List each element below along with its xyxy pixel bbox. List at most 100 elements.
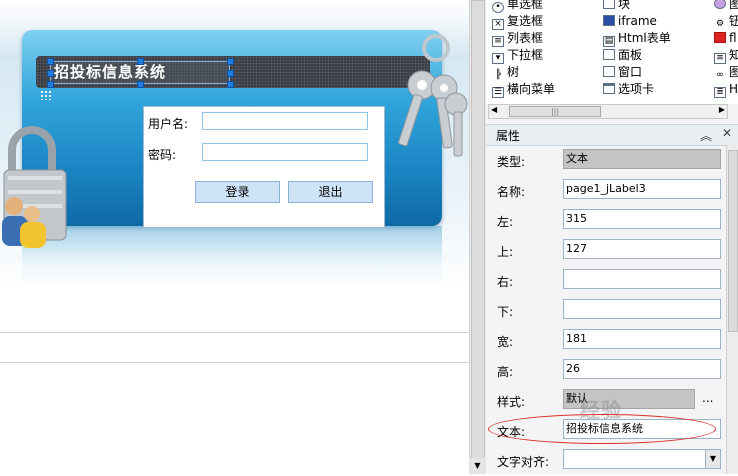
palette-item-html-form[interactable]: ▤ Html表单 — [603, 30, 671, 47]
resize-handle-s[interactable] — [137, 81, 144, 88]
prop-top-input[interactable]: 127 — [563, 239, 721, 259]
resize-handle-n[interactable] — [137, 58, 144, 65]
palette-item-iframe[interactable]: iframe — [603, 13, 657, 30]
prop-left-input[interactable]: 315 — [563, 209, 721, 229]
palette-item-label: Html表单 — [618, 31, 671, 45]
palette-item-label: 面板 — [618, 48, 643, 62]
resize-handle-se[interactable] — [227, 81, 234, 88]
palette-item-tab[interactable]: 选项卡 — [603, 81, 654, 98]
style-browse-button[interactable]: ... — [702, 391, 713, 405]
padlock-users-illustration — [2, 126, 67, 248]
username-label: 用户名: — [148, 117, 189, 131]
palette-item-flash[interactable]: fl — [714, 30, 737, 47]
prop-row-name: 名称: page1_jLabel3 — [486, 176, 726, 206]
resize-handle-w[interactable] — [47, 70, 54, 77]
menu-icon: ☰ — [492, 87, 504, 98]
prop-height-input[interactable]: 26 — [563, 359, 721, 379]
properties-header: 属性 ︽ ✕ — [486, 124, 738, 146]
image-icon — [714, 0, 726, 9]
palette-item-listbox[interactable]: ≡ 列表框 — [492, 30, 543, 47]
palette-item-label: 选项卡 — [618, 82, 655, 96]
prop-width-input[interactable]: 181 — [563, 329, 721, 349]
palette-item-button[interactable]: ⚙ 钮 — [714, 13, 738, 31]
palette-item-label: 单选框 — [507, 0, 544, 11]
design-canvas[interactable]: 招投标信息系统 用户名: 密码: 登录 退出 — [0, 0, 486, 474]
checkbox-icon: × — [492, 19, 504, 30]
properties-scrollbar-thumb[interactable] — [728, 150, 738, 332]
prop-label: 名称: — [497, 185, 526, 199]
palette-item-label: 树 — [507, 65, 520, 79]
palette-item-label: H — [729, 82, 738, 96]
palette-item-radio[interactable]: • 单选框 — [492, 0, 543, 13]
canvas-scrollbar-thumb[interactable] — [471, 0, 485, 460]
palette-item-label: 图 — [729, 0, 738, 11]
palette-item-image2[interactable]: ∞ 图 — [714, 64, 738, 82]
right-pane: • 单选框 × 复选框 ≡ 列表框 ▾ 下拉框 ╠ 树 ☰ 横向菜单 块 iframe ▤ H… — [486, 0, 738, 474]
resize-handle-e[interactable] — [227, 70, 234, 77]
prop-row-width: 宽: 181 — [486, 326, 726, 356]
palette-item-knowledge[interactable]: ≡ 知 — [714, 47, 738, 64]
scroll-down-arrow-icon[interactable]: ▼ — [469, 458, 486, 474]
password-input[interactable] — [202, 143, 368, 161]
prop-label: 上: — [497, 245, 514, 259]
prop-type-field: 文本 — [563, 149, 721, 169]
component-palette: • 单选框 × 复选框 ≡ 列表框 ▾ 下拉框 ╠ 树 ☰ 横向菜单 块 iframe ▤ H… — [486, 0, 738, 104]
prop-row-top: 上: 127 — [486, 236, 726, 266]
listbox-icon: ≡ — [492, 36, 504, 47]
canvas-divider — [0, 332, 486, 333]
palette-item-checkbox[interactable]: × 复选框 — [492, 13, 543, 30]
exit-button[interactable]: 退出 — [288, 181, 373, 203]
palette-item-tree[interactable]: ╠ 树 — [492, 64, 520, 82]
properties-title: 属性 — [496, 129, 521, 143]
palette-scrollbar-thumb[interactable]: ||| — [509, 106, 601, 117]
prop-label: 右: — [497, 275, 514, 289]
prop-row-type: 类型: 文本 — [486, 146, 726, 176]
chevron-down-icon[interactable]: ▼ — [705, 450, 720, 468]
palette-item-label: fl — [729, 31, 737, 45]
palette-item-panel[interactable]: 面板 — [603, 47, 642, 64]
palette-item-menu[interactable]: ☰ 横向菜单 — [492, 81, 555, 98]
prop-bottom-input[interactable] — [563, 299, 721, 319]
prop-row-bottom: 下: — [486, 296, 726, 326]
palette-item-window[interactable]: 窗口 — [603, 64, 642, 81]
close-icon[interactable]: ✕ — [722, 126, 732, 140]
palette-item-label: 横向菜单 — [507, 82, 556, 96]
collapse-icon[interactable]: ︽ — [700, 127, 712, 144]
prop-name-input[interactable]: page1_jLabel3 — [563, 179, 721, 199]
block-icon — [603, 0, 615, 9]
resize-handle-nw[interactable] — [47, 58, 54, 65]
login-button[interactable]: 登录 — [195, 181, 280, 203]
flash-icon — [714, 32, 726, 43]
palette-horizontal-scrollbar[interactable]: ◀ ||| ▶ — [488, 104, 728, 119]
prop-text-align-select[interactable]: ▼ — [563, 449, 721, 469]
keys-illustration — [398, 34, 468, 157]
prop-label: 类型: — [497, 155, 526, 169]
palette-item-label: 复选框 — [507, 14, 544, 28]
palette-item-label: 块 — [618, 0, 631, 11]
scroll-right-arrow-icon[interactable]: ▶ — [719, 105, 725, 114]
dropdown-icon: ▾ — [492, 53, 504, 64]
palette-item-html[interactable]: ≣ H — [714, 81, 738, 98]
palette-item-image[interactable]: 图 — [714, 0, 738, 13]
scroll-left-arrow-icon[interactable]: ◀ — [491, 105, 497, 114]
knowledge-icon: ≡ — [714, 53, 726, 64]
prop-label: 文字对齐: — [497, 455, 550, 469]
prop-label: 宽: — [497, 335, 514, 349]
username-input[interactable] — [202, 112, 368, 130]
resize-handle-ne[interactable] — [227, 58, 234, 65]
palette-item-block[interactable]: 块 — [603, 0, 630, 13]
prop-right-input[interactable] — [563, 269, 721, 289]
radio-icon: • — [492, 2, 504, 13]
prop-label: 左: — [497, 215, 514, 229]
palette-item-dropdown[interactable]: ▾ 下拉框 — [492, 47, 543, 64]
palette-item-label: 窗口 — [618, 65, 643, 79]
tab-icon — [603, 83, 615, 94]
palette-item-label: 钮 — [729, 14, 738, 28]
resize-handle-sw[interactable] — [47, 81, 54, 88]
palette-item-label: iframe — [618, 14, 657, 28]
panel-icon — [603, 49, 615, 60]
login-form: 用户名: 密码: 登录 退出 — [143, 106, 385, 228]
prop-label: 样式: — [497, 395, 526, 409]
prop-label: 高: — [497, 365, 514, 379]
grid-dots-decoration — [40, 90, 52, 100]
